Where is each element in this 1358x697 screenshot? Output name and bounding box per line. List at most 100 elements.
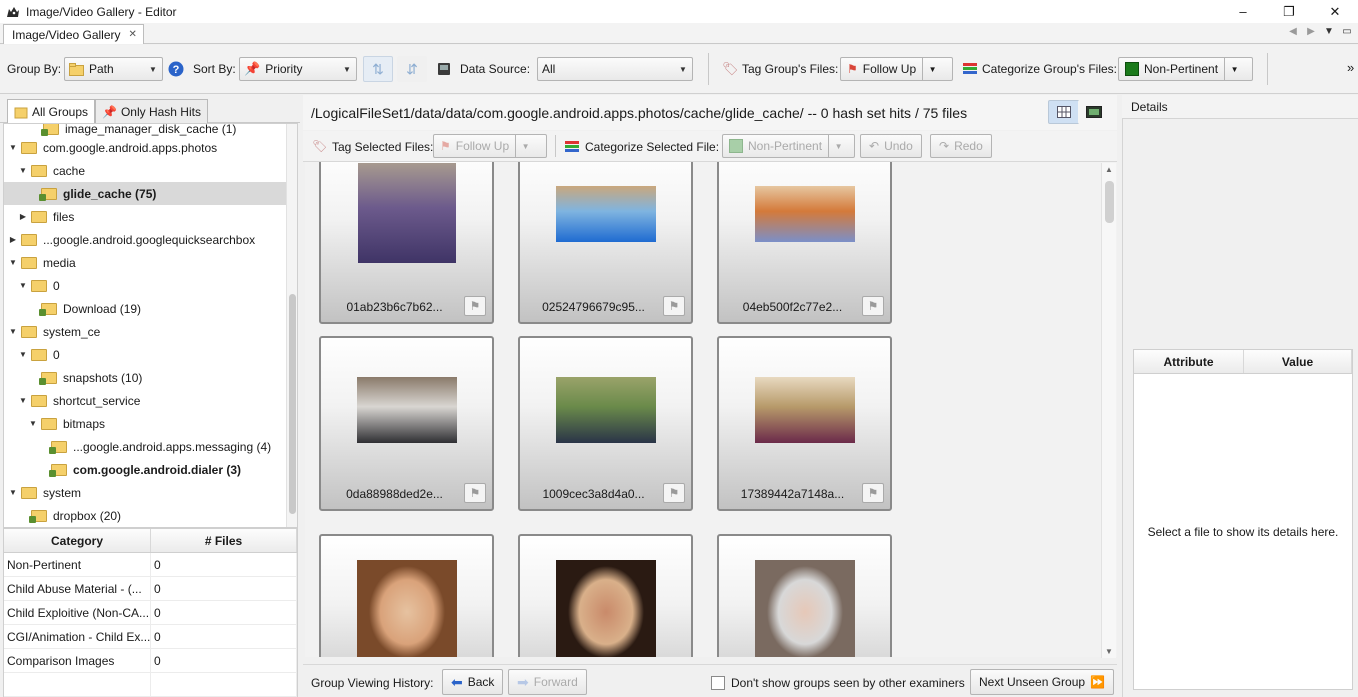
tab-all-groups[interactable]: All Groups bbox=[7, 99, 96, 123]
chevron-down-icon[interactable]: ▼ bbox=[515, 135, 535, 157]
close-window-button[interactable]: ✕ bbox=[1312, 0, 1358, 23]
gallery-scroll-thumb[interactable] bbox=[1105, 181, 1114, 223]
sort-descending-button[interactable]: ⇵ bbox=[397, 56, 427, 82]
expand-down-icon[interactable]: ▼ bbox=[8, 488, 18, 497]
collapse-right-icon[interactable]: ▶ bbox=[8, 235, 18, 244]
scroll-down-icon[interactable]: ▼ bbox=[1105, 647, 1113, 656]
thumbnail-tile[interactable]: 17389442a7148a... ⚑ bbox=[717, 336, 892, 511]
tag-flag-button[interactable]: ⚑ bbox=[862, 296, 884, 316]
tree-node[interactable]: ▼ cache bbox=[4, 159, 286, 182]
slideshow-view-button[interactable] bbox=[1078, 100, 1110, 124]
column-header-category[interactable]: Category bbox=[4, 529, 151, 552]
tree-node[interactable]: ▼ system bbox=[4, 481, 286, 504]
tree-node[interactable]: ▼ bitmaps bbox=[4, 412, 286, 435]
tree-node[interactable]: ...google.android.apps.messaging (4) bbox=[4, 435, 286, 458]
scroll-right-icon[interactable]: ▶ bbox=[1304, 26, 1318, 37]
expand-down-icon[interactable]: ▼ bbox=[18, 396, 28, 405]
tab-image-video-gallery[interactable]: Image/Video Gallery ✕ bbox=[3, 24, 144, 44]
categorize-selected-file-button[interactable]: Non-Pertinent ▼ bbox=[722, 134, 855, 158]
category-row[interactable]: Child Abuse Material - (... 0 bbox=[4, 577, 297, 601]
forward-button[interactable]: ➡ Forward bbox=[508, 669, 587, 695]
tree-node[interactable]: ▼ system_ce bbox=[4, 320, 286, 343]
category-row[interactable]: CGI/Animation - Child Ex... 0 bbox=[4, 625, 297, 649]
expand-down-icon[interactable]: ▼ bbox=[8, 258, 18, 267]
collapse-right-icon[interactable]: ▶ bbox=[18, 212, 28, 221]
tree-node[interactable]: ▼ media bbox=[4, 251, 286, 274]
chevron-down-icon[interactable]: ▼ bbox=[922, 58, 942, 80]
tree-node[interactable]: ▼ 0 bbox=[4, 274, 286, 297]
scroll-left-icon[interactable]: ◀ bbox=[1286, 26, 1300, 37]
thumbnail-tile[interactable] bbox=[518, 534, 693, 657]
column-header-attribute[interactable]: Attribute bbox=[1134, 350, 1244, 373]
tag-flag-button[interactable]: ⚑ bbox=[663, 296, 685, 316]
tree-node[interactable]: ▶ files bbox=[4, 205, 286, 228]
tree-node[interactable]: snapshots (10) bbox=[4, 366, 286, 389]
thumbnail-tile[interactable]: 1009cec3a8d4a0... ⚑ bbox=[518, 336, 693, 511]
next-unseen-group-button[interactable]: Next Unseen Group ⏩ bbox=[970, 669, 1115, 695]
tab-menu-icon[interactable]: ▼ bbox=[1322, 26, 1336, 37]
sort-ascending-button[interactable]: ⇅ bbox=[363, 56, 393, 82]
tag-flag-button[interactable]: ⚑ bbox=[464, 483, 486, 503]
thumbnail-image bbox=[356, 377, 457, 443]
column-header-files[interactable]: # Files bbox=[151, 529, 297, 552]
thumbnail-tile[interactable]: 02524796679c95... ⚑ bbox=[518, 162, 693, 324]
categorize-group-files-label: Categorize Group's Files: bbox=[982, 62, 1118, 76]
sort-by-select[interactable]: 📌 Priority ▼ bbox=[239, 57, 357, 81]
tag-selected-files-button[interactable]: ⚑ Follow Up ▼ bbox=[433, 134, 547, 158]
column-header-value[interactable]: Value bbox=[1244, 350, 1352, 373]
categorize-group-files-button[interactable]: Non-Pertinent ▼ bbox=[1118, 57, 1253, 81]
expand-down-icon[interactable]: ▼ bbox=[8, 143, 18, 152]
close-tab-icon[interactable]: ✕ bbox=[129, 29, 137, 40]
expand-down-icon[interactable]: ▼ bbox=[18, 350, 28, 359]
category-row[interactable]: Non-Pertinent 0 bbox=[4, 553, 297, 577]
tag-flag-button[interactable]: ⚑ bbox=[862, 483, 884, 503]
thumbnail-tile[interactable]: 01ab23b6c7b62... ⚑ bbox=[319, 162, 494, 324]
chevron-down-icon[interactable]: ▼ bbox=[1224, 58, 1244, 80]
redo-button[interactable]: ↷ Redo bbox=[930, 134, 992, 158]
tree-node[interactable]: ▼ shortcut_service bbox=[4, 389, 286, 412]
folder-icon bbox=[31, 279, 47, 292]
scroll-up-icon[interactable]: ▲ bbox=[1105, 165, 1113, 174]
tree-node[interactable]: dropbox (20) bbox=[4, 504, 286, 527]
tile-view-button[interactable] bbox=[1048, 100, 1080, 124]
thumbnail-tile[interactable]: 0da88988ded2e... ⚑ bbox=[319, 336, 494, 511]
help-icon[interactable]: ? bbox=[168, 61, 184, 77]
tree-node[interactable]: com.google.android.dialer (3) bbox=[4, 458, 286, 481]
tag-flag-button[interactable]: ⚑ bbox=[663, 483, 685, 503]
thumbnail-tile[interactable] bbox=[717, 534, 892, 657]
tree-scrollbar[interactable] bbox=[286, 124, 297, 527]
tab-label: Image/Video Gallery bbox=[12, 27, 121, 42]
tag-flag-button[interactable]: ⚑ bbox=[464, 296, 486, 316]
tree-node[interactable]: ▼ 0 bbox=[4, 343, 286, 366]
expand-down-icon[interactable]: ▼ bbox=[8, 327, 18, 336]
toolbar-overflow-icon[interactable]: » bbox=[1347, 60, 1354, 75]
tree-node[interactable]: ▼ com.google.android.apps.photos bbox=[4, 136, 286, 159]
expand-down-icon[interactable]: ▼ bbox=[28, 419, 38, 428]
tree-scroll-thumb[interactable] bbox=[289, 294, 296, 514]
category-row[interactable]: Child Exploitive (Non-CA... 0 bbox=[4, 601, 297, 625]
tree-node[interactable]: Download (19) bbox=[4, 297, 286, 320]
thumbnail-tile[interactable]: 04eb500f2c77e2... ⚑ bbox=[717, 162, 892, 324]
minimize-button[interactable]: – bbox=[1220, 0, 1266, 23]
group-by-select[interactable]: Path ▼ bbox=[64, 57, 163, 81]
dont-show-checkbox[interactable] bbox=[711, 676, 725, 690]
tree-node[interactable]: glide_cache (75) bbox=[4, 182, 286, 205]
expand-down-icon[interactable]: ▼ bbox=[18, 166, 28, 175]
back-button[interactable]: ⬅ Back bbox=[442, 669, 504, 695]
category-row[interactable]: Comparison Images 0 bbox=[4, 649, 297, 673]
maximize-tab-icon[interactable]: ▭ bbox=[1340, 26, 1354, 37]
flag-icon: ⚑ bbox=[668, 299, 680, 313]
undo-button[interactable]: ↶ Undo bbox=[860, 134, 922, 158]
group-tree[interactable]: image_manager_disk_cache (1) ▼ com.google.… bbox=[3, 123, 298, 528]
chevron-down-icon[interactable]: ▼ bbox=[828, 135, 848, 157]
restore-button[interactable]: ❐ bbox=[1266, 0, 1312, 23]
tab-all-groups-label: All Groups bbox=[32, 104, 89, 119]
tab-only-hash-hits[interactable]: 📌 Only Hash Hits bbox=[95, 99, 208, 123]
thumbnail-tile[interactable] bbox=[319, 534, 494, 657]
tag-group-files-button[interactable]: ⚑ Follow Up ▼ bbox=[840, 57, 953, 81]
data-source-select[interactable]: All ▼ bbox=[537, 57, 693, 81]
thumbnail-gallery[interactable]: 01ab23b6c7b62... ⚑ 02524796679c95... ⚑ 04eb5… bbox=[305, 162, 1117, 657]
gallery-scrollbar[interactable]: ▲ ▼ bbox=[1101, 163, 1116, 658]
expand-down-icon[interactable]: ▼ bbox=[18, 281, 28, 290]
tree-node[interactable]: ▶ ...google.android.googlequicksearchbox bbox=[4, 228, 286, 251]
